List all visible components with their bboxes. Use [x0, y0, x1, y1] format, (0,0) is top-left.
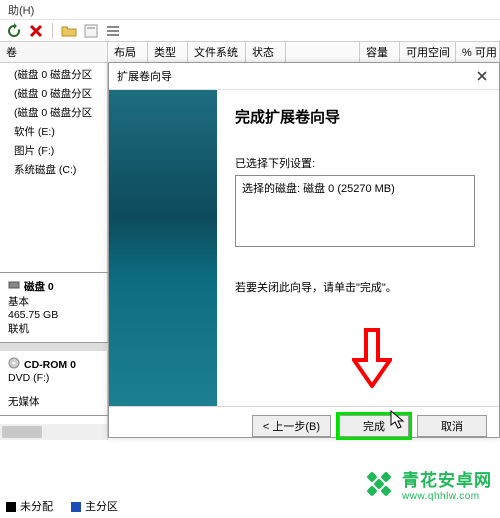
- folder-icon[interactable]: [61, 23, 77, 39]
- col-pctfree[interactable]: % 可用: [456, 42, 500, 62]
- swatch-black-icon: [6, 502, 16, 512]
- wizard-selected-box[interactable]: 选择的磁盘: 磁盘 0 (25270 MB): [235, 175, 475, 247]
- disk-panel: 磁盘 0 基本 465.75 GB 联机 CD-ROM 0 DVD (F:) 无…: [0, 272, 108, 416]
- back-button[interactable]: < 上一步(B): [252, 415, 331, 437]
- volume-item[interactable]: (磁盘 0 磁盘分区: [0, 65, 107, 84]
- menu-help[interactable]: 助(H): [8, 5, 34, 17]
- wizard-sidebar-graphic: [109, 90, 217, 406]
- volume-item[interactable]: 软件 (E:): [0, 122, 107, 141]
- toolbar-separator: [52, 23, 53, 39]
- col-freespace[interactable]: 可用空间: [400, 42, 456, 62]
- swatch-blue-icon: [71, 502, 81, 512]
- legend: 未分配 主分区: [6, 498, 118, 514]
- close-button[interactable]: [473, 67, 491, 85]
- toolbar: [0, 20, 500, 42]
- disk-icon: [8, 279, 20, 294]
- volume-item[interactable]: (磁盘 0 磁盘分区: [0, 103, 107, 122]
- watermark-text-cn: 青花安卓网: [402, 466, 492, 491]
- wizard-content: 完成扩展卷向导 已选择下列设置: 选择的磁盘: 磁盘 0 (25270 MB) …: [217, 90, 499, 406]
- disk-entry[interactable]: CD-ROM 0 DVD (F:) 无媒体: [0, 351, 108, 416]
- col-filesystem[interactable]: 文件系统: [188, 42, 246, 62]
- watermark-text-url: www.qhhlw.com: [402, 491, 492, 502]
- col-status[interactable]: 状态: [246, 42, 286, 62]
- scrollbar-thumb[interactable]: [2, 426, 42, 438]
- app-window: 助(H) 卷 (磁盘 0 磁盘分区 (磁盘 0 磁盘分区 (磁盘 0 磁盘分区: [0, 0, 500, 518]
- disk-type: DVD (F:): [8, 372, 100, 384]
- wizard-hint: 若要关闭此向导，请单击"完成"。: [235, 279, 481, 295]
- disk-name: 磁盘 0: [24, 279, 54, 294]
- col-capacity[interactable]: 容量: [360, 42, 400, 62]
- props-icon[interactable]: [83, 23, 99, 39]
- volume-tree: (磁盘 0 磁盘分区 (磁盘 0 磁盘分区 (磁盘 0 磁盘分区 软件 (E:)…: [0, 63, 107, 181]
- extend-volume-wizard: 扩展卷向导 完成扩展卷向导 已选择下列设置: 选择的磁盘: 磁盘 0 (2527…: [108, 62, 500, 438]
- close-icon[interactable]: [28, 23, 44, 39]
- wizard-title: 扩展卷向导: [117, 68, 172, 84]
- disk-type: 基本: [8, 294, 100, 309]
- refresh-icon[interactable]: [6, 23, 22, 39]
- col-layout[interactable]: 布局: [108, 42, 148, 62]
- volume-tree-pane: 卷 (磁盘 0 磁盘分区 (磁盘 0 磁盘分区 (磁盘 0 磁盘分区 软件 (E…: [0, 42, 108, 440]
- volume-item[interactable]: (磁盘 0 磁盘分区: [0, 84, 107, 103]
- column-headers: 布局 类型 文件系统 状态 容量 可用空间 % 可用: [108, 42, 500, 63]
- horizontal-scrollbar[interactable]: [0, 424, 107, 440]
- cancel-button[interactable]: 取消: [417, 415, 487, 437]
- disk-status: 联机: [8, 321, 100, 336]
- disk-separator: [0, 343, 108, 351]
- wizard-titlebar[interactable]: 扩展卷向导: [109, 63, 499, 90]
- views-icon[interactable]: [105, 23, 121, 39]
- disk-size: 465.75 GB: [8, 309, 100, 321]
- watermark: 青花安卓网 www.qhhlw.com: [362, 466, 492, 502]
- legend-primary: 主分区: [71, 498, 118, 514]
- disk-status: 无媒体: [8, 394, 100, 409]
- wizard-button-row: < 上一步(B) 完成 取消: [109, 406, 499, 444]
- menubar: 助(H): [0, 0, 500, 20]
- finish-button[interactable]: 完成: [339, 415, 409, 437]
- volume-item[interactable]: 图片 (F:): [0, 141, 107, 160]
- wizard-heading: 完成扩展卷向导: [235, 106, 481, 127]
- volume-item[interactable]: 系统磁盘 (C:): [0, 160, 107, 179]
- cdrom-icon: [8, 357, 20, 372]
- disk-entry[interactable]: 磁盘 0 基本 465.75 GB 联机: [0, 273, 108, 343]
- col-type[interactable]: 类型: [148, 42, 188, 62]
- legend-unallocated: 未分配: [6, 498, 53, 514]
- volume-column-header[interactable]: 卷: [0, 42, 107, 63]
- watermark-logo-icon: [362, 467, 396, 501]
- wizard-selected-label: 已选择下列设置:: [235, 155, 481, 171]
- disk-name: CD-ROM 0: [24, 359, 76, 371]
